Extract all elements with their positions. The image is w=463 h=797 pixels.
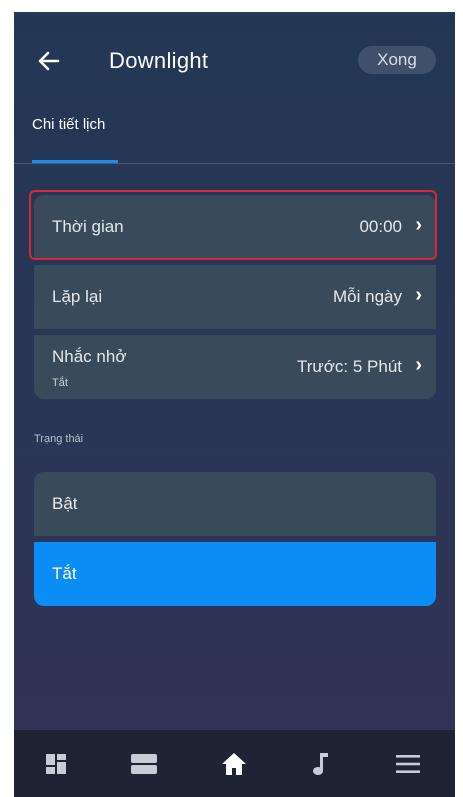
back-button[interactable] (36, 48, 62, 74)
option-label: Bật (52, 494, 78, 513)
chevron-right-icon: › (415, 214, 422, 236)
tab-schedule-details[interactable]: Chi tiết lịch (32, 116, 105, 133)
list-icon (131, 753, 157, 774)
setting-label: Lặp lại (52, 287, 103, 306)
chevron-right-icon: › (415, 354, 422, 376)
setting-row-reminder[interactable]: Nhắc nhở Tắt Trước: 5 Phút › (34, 335, 436, 399)
nav-music[interactable] (290, 730, 350, 797)
setting-value: Mỗi ngày (333, 287, 402, 306)
page-title: Downlight (109, 48, 209, 73)
menu-icon (396, 754, 420, 773)
back-arrow-icon (38, 51, 60, 71)
setting-row-repeat[interactable]: Lặp lại Mỗi ngày › (34, 265, 436, 329)
setting-value: Trước: 5 Phút (296, 357, 402, 376)
option-label: Tắt (52, 564, 77, 583)
nav-home[interactable] (204, 730, 264, 797)
dashboard-icon (46, 753, 66, 774)
setting-row-time[interactable]: Thời gian 00:00 › (34, 195, 436, 259)
status-option-off[interactable]: Tắt (34, 542, 436, 606)
done-button[interactable]: Xong (358, 46, 436, 74)
app-screen: Downlight Xong Chi tiết lịch Thời gian 0… (14, 12, 455, 797)
music-icon (313, 752, 328, 775)
nav-list[interactable] (114, 730, 174, 797)
status-section-label: Trạng thái (34, 433, 84, 445)
setting-sublabel: Tắt (52, 377, 68, 389)
chevron-right-icon: › (415, 284, 422, 306)
home-icon (222, 752, 246, 775)
bottom-nav-bar (14, 730, 455, 797)
header: Downlight Xong (14, 12, 455, 112)
setting-label: Nhắc nhở (52, 347, 127, 366)
nav-dashboard[interactable] (26, 730, 86, 797)
setting-value: 00:00 (359, 217, 402, 236)
nav-menu[interactable] (378, 730, 438, 797)
header-divider (14, 163, 455, 164)
setting-label: Thời gian (52, 217, 124, 236)
status-option-on[interactable]: Bật (34, 472, 436, 536)
